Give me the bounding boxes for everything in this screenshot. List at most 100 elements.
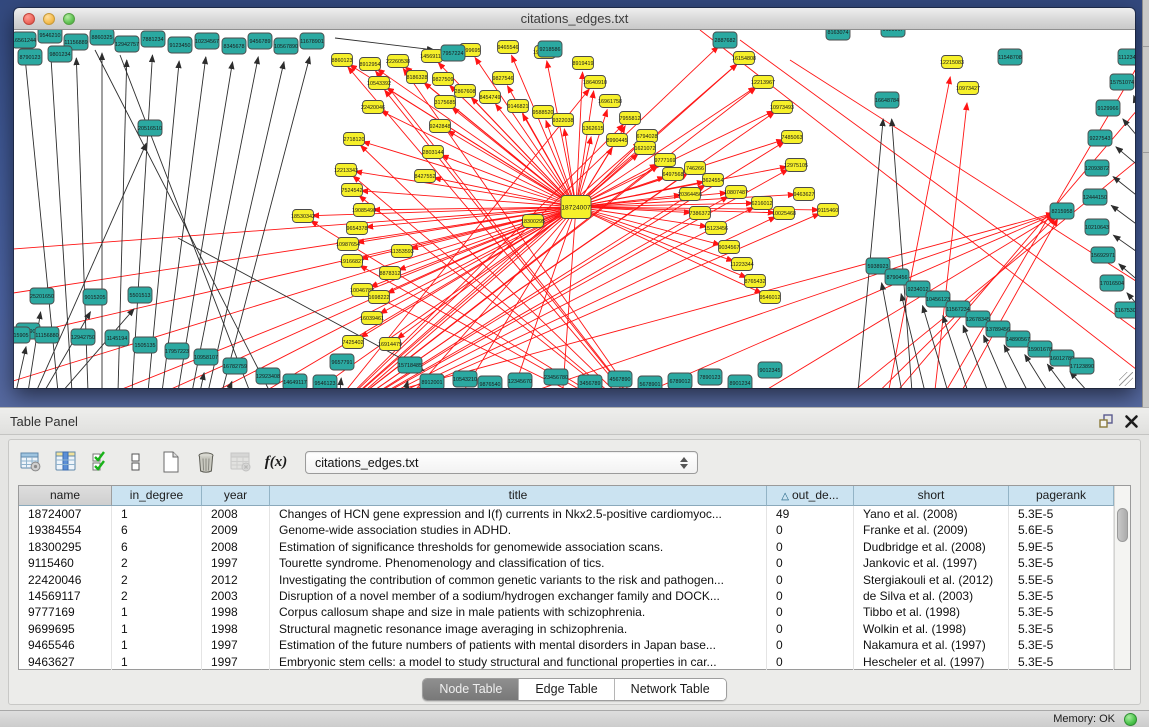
column-header-short[interactable]: short bbox=[854, 486, 1009, 506]
network-node[interactable]: 5678901 bbox=[638, 376, 662, 388]
network-node[interactable]: 7425402 bbox=[343, 336, 364, 349]
network-edge[interactable] bbox=[700, 216, 1054, 388]
network-node[interactable]: 9801234 bbox=[48, 46, 72, 62]
network-node[interactable]: 8912001 bbox=[420, 374, 444, 388]
network-node[interactable]: 22260538 bbox=[386, 55, 410, 68]
network-node[interactable]: 15692971 bbox=[1091, 247, 1115, 263]
network-edge[interactable] bbox=[943, 316, 968, 388]
network-node[interactable]: 3456789 bbox=[578, 375, 602, 388]
network-node[interactable]: 9465546 bbox=[498, 41, 519, 54]
table-row[interactable]: 946362711997Embryonic stem cells: a mode… bbox=[19, 654, 1114, 670]
network-node[interactable]: 23456780 bbox=[544, 369, 568, 385]
network-node[interactable]: 6789012 bbox=[668, 373, 692, 388]
network-node[interactable]: 7485063 bbox=[782, 131, 803, 144]
network-node[interactable]: 10973493 bbox=[770, 101, 794, 114]
network-node[interactable]: 7957224 bbox=[441, 45, 465, 61]
table-row[interactable]: 1872400712008Changes of HCN gene express… bbox=[19, 506, 1114, 522]
network-edge[interactable] bbox=[340, 378, 341, 388]
network-node[interactable]: 9876540 bbox=[478, 376, 502, 388]
network-edge[interactable] bbox=[310, 166, 658, 388]
network-node[interactable]: 19166827 bbox=[340, 255, 364, 268]
function-builder-icon[interactable]: f(x) bbox=[264, 450, 288, 474]
network-edge[interactable] bbox=[335, 38, 434, 50]
network-node[interactable]: 9463627 bbox=[794, 188, 815, 201]
network-node[interactable]: 10567890 bbox=[274, 38, 298, 54]
table-selector-dropdown[interactable]: citations_edges.txt bbox=[305, 451, 698, 474]
network-node[interactable]: 15751074 bbox=[1110, 74, 1134, 90]
network-window[interactable]: citations_edges.txt 18724007183002958860… bbox=[14, 8, 1135, 388]
network-edge[interactable] bbox=[1134, 96, 1135, 106]
network-node[interactable]: 1362615 bbox=[583, 122, 604, 135]
table-row[interactable]: 911546021997Tourette syndrome. Phenomeno… bbox=[19, 555, 1114, 571]
network-node[interactable]: 12444150 bbox=[1083, 189, 1107, 205]
network-node[interactable]: 12975105 bbox=[784, 159, 808, 172]
network-edge[interactable] bbox=[355, 171, 576, 207]
column-header-pagerank[interactable]: pagerank bbox=[1009, 486, 1114, 506]
network-node[interactable]: 9777169 bbox=[655, 154, 676, 167]
network-node[interactable]: 20364456 bbox=[678, 188, 702, 201]
network-node[interactable]: 18300295 bbox=[521, 215, 545, 228]
network-node[interactable]: 11678901 bbox=[300, 33, 324, 49]
network-node[interactable]: 1698222 bbox=[369, 291, 390, 304]
float-panel-icon[interactable] bbox=[1098, 413, 1114, 429]
network-node[interactable]: 9546123 bbox=[313, 375, 337, 388]
network-node[interactable]: 15123456 bbox=[704, 222, 728, 235]
network-edge[interactable] bbox=[448, 131, 576, 207]
network-node[interactable]: 15718485 bbox=[398, 357, 422, 373]
network-node[interactable]: 5501513 bbox=[128, 287, 152, 303]
table-scrollbar[interactable] bbox=[1114, 486, 1130, 669]
network-node[interactable]: 12213343 bbox=[334, 164, 358, 177]
delete-table-icon[interactable] bbox=[229, 450, 253, 474]
network-edge[interactable] bbox=[1113, 235, 1135, 254]
network-node[interactable]: 9322038 bbox=[553, 114, 574, 127]
network-node[interactable]: 12923408 bbox=[256, 368, 280, 384]
network-node[interactable]: 7524542 bbox=[342, 184, 363, 197]
network-node[interactable]: 9034567 bbox=[719, 241, 740, 254]
network-node[interactable]: 9827509 bbox=[433, 73, 454, 86]
network-node[interactable]: 10543210 bbox=[453, 371, 477, 387]
network-node[interactable]: 8878312 bbox=[380, 267, 401, 280]
network-edge[interactable] bbox=[1111, 205, 1135, 226]
network-node[interactable]: 9129966 bbox=[1096, 100, 1120, 116]
select-all-icon[interactable] bbox=[89, 450, 113, 474]
network-edge[interactable] bbox=[1004, 345, 1028, 388]
table-row[interactable]: 946554611997Estimation of the future num… bbox=[19, 637, 1114, 653]
network-node[interactable]: 1505135 bbox=[133, 337, 157, 353]
network-node[interactable]: 3175685 bbox=[435, 96, 456, 109]
tab-node-table[interactable]: Node Table bbox=[423, 679, 519, 700]
table-row[interactable]: 2242004622012Investigating the contribut… bbox=[19, 572, 1114, 588]
network-node[interactable]: 17123890 bbox=[1070, 358, 1094, 374]
network-node[interactable]: 12345670 bbox=[508, 373, 532, 388]
network-node[interactable]: 8919419 bbox=[573, 57, 594, 70]
table-row[interactable]: 977716911998Corpus callosum shape and si… bbox=[19, 604, 1114, 620]
network-edge[interactable] bbox=[800, 150, 1135, 388]
network-node[interactable]: 3915905 bbox=[14, 327, 30, 343]
network-node[interactable]: 2867608 bbox=[455, 85, 476, 98]
network-edge[interactable] bbox=[1113, 177, 1135, 198]
network-node[interactable]: 8990445 bbox=[607, 134, 628, 147]
network-edge[interactable] bbox=[1025, 355, 1048, 388]
network-node[interactable]: 16961758 bbox=[598, 95, 622, 108]
network-node[interactable]: 8215958 bbox=[1050, 203, 1074, 219]
network-node[interactable]: 10987654 bbox=[336, 238, 360, 251]
network-node[interactable]: 7890123 bbox=[698, 369, 722, 385]
network-node[interactable]: 9115460 bbox=[818, 204, 839, 217]
network-node[interactable]: 12942757 bbox=[115, 36, 139, 52]
network-node[interactable]: 4567890 bbox=[608, 371, 632, 387]
network-node[interactable]: 12942750 bbox=[71, 329, 95, 345]
network-edge[interactable] bbox=[1047, 364, 1068, 388]
network-node[interactable]: 8912954 bbox=[360, 58, 381, 71]
network-edge[interactable] bbox=[381, 111, 576, 207]
network-canvas[interactable]: 1872400718300295886012389129542226053814… bbox=[14, 30, 1135, 388]
network-node[interactable]: 8901234 bbox=[728, 375, 752, 388]
network-edge[interactable] bbox=[162, 57, 206, 388]
network-edge[interactable] bbox=[62, 309, 134, 388]
network-node[interactable]: 9129967 bbox=[881, 30, 905, 37]
network-node[interactable]: 8860325 bbox=[90, 30, 114, 45]
window-resize-grip[interactable] bbox=[1119, 372, 1133, 386]
network-node[interactable]: 8163074 bbox=[826, 30, 850, 40]
network-graph[interactable]: 1872400718300295886012389129542226053814… bbox=[14, 30, 1135, 388]
network-node[interactable]: 16782759 bbox=[223, 358, 247, 374]
network-node[interactable]: 9827546 bbox=[493, 72, 514, 85]
network-edge[interactable] bbox=[963, 325, 988, 388]
